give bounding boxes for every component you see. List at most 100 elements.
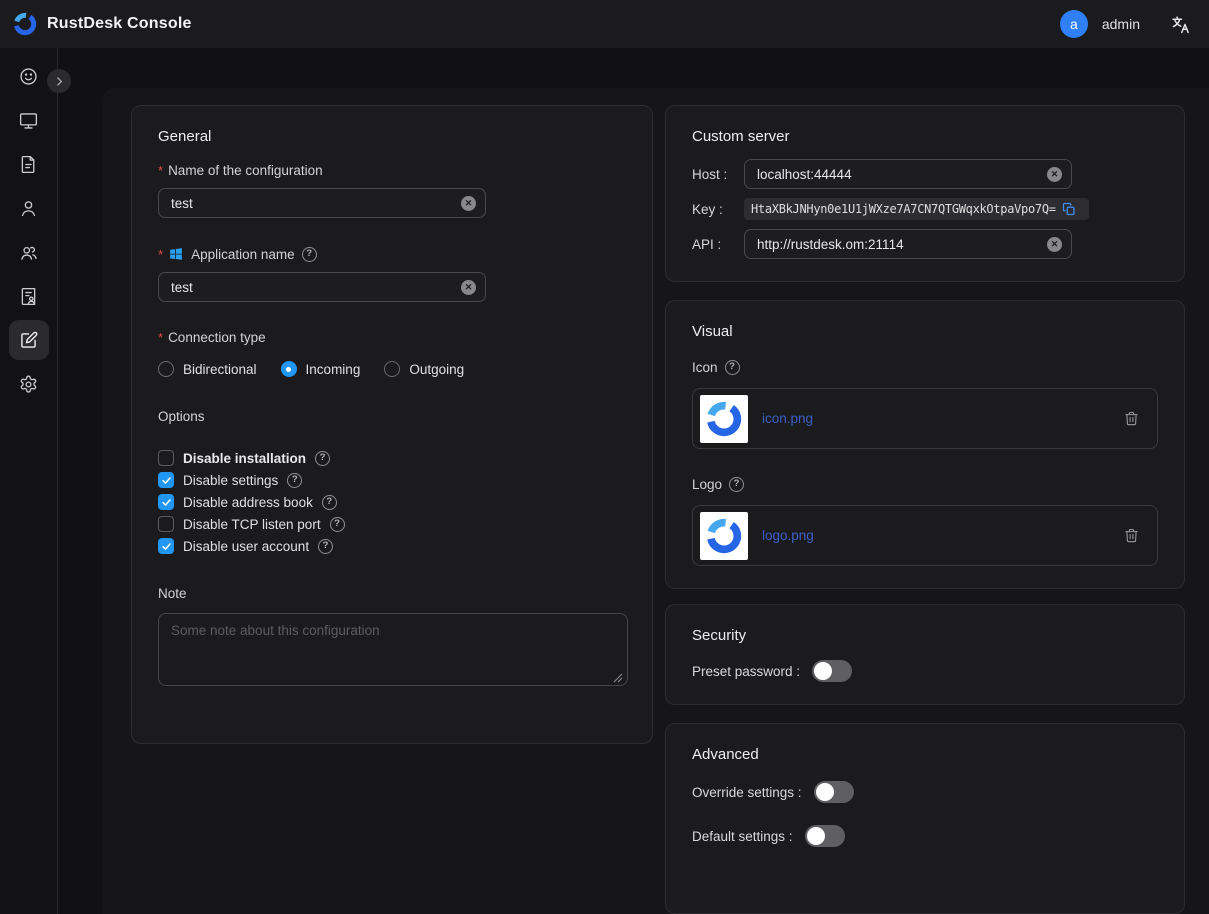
sidebar-item-users[interactable] — [9, 188, 49, 228]
sidebar-item-address-books[interactable] — [9, 276, 49, 316]
radio-outgoing[interactable]: Outgoing — [384, 361, 464, 377]
advanced-card: Advanced Override settings : Default set… — [665, 723, 1185, 914]
default-settings-toggle[interactable] — [805, 825, 845, 847]
advanced-card-title: Advanced — [692, 746, 1158, 763]
sidebar-item-dashboard[interactable] — [9, 56, 49, 96]
app-title: RustDesk Console — [47, 15, 192, 33]
gear-icon — [18, 374, 39, 395]
checkbox-box[interactable] — [158, 494, 174, 510]
required-asterisk: * — [158, 330, 163, 345]
sidebar-item-custom-clients[interactable] — [9, 320, 49, 360]
default-settings-row: Default settings : — [692, 825, 1158, 847]
application-name-label: * Application name ? — [158, 246, 626, 262]
host-input[interactable]: ✕ — [744, 159, 1072, 189]
main-panel: General * Name of the configuration ✕ * … — [103, 88, 1209, 914]
api-input-field[interactable] — [757, 237, 1039, 252]
security-card: Security Preset password : — [665, 604, 1185, 705]
icon-file-row: icon.png — [692, 388, 1158, 449]
preset-password-toggle[interactable] — [812, 660, 852, 682]
note-label: Note — [158, 586, 626, 601]
radio-incoming[interactable]: Incoming — [281, 361, 361, 377]
key-text: HtaXBkJNHyn0e1U1jWXze7A7CN7QTGWqxkOtpaVp… — [751, 202, 1056, 216]
checkbox-box[interactable] — [158, 472, 174, 488]
override-settings-toggle[interactable] — [814, 781, 854, 803]
help-icon[interactable]: ? — [302, 247, 317, 262]
sidebar-item-settings[interactable] — [9, 364, 49, 404]
help-icon[interactable]: ? — [287, 473, 302, 488]
security-card-title: Security — [692, 627, 1158, 644]
connection-type-radio-group: Bidirectional Incoming Outgoing — [158, 361, 626, 377]
visual-card-title: Visual — [692, 323, 1158, 340]
connection-type-label: * Connection type — [158, 330, 626, 345]
preset-password-row: Preset password : — [692, 660, 1158, 682]
api-input[interactable]: ✕ — [744, 229, 1072, 259]
radio-button[interactable] — [158, 361, 174, 377]
clear-icon[interactable]: ✕ — [1047, 237, 1062, 252]
monitor-icon — [18, 110, 39, 131]
help-icon[interactable]: ? — [322, 495, 337, 510]
help-icon[interactable]: ? — [725, 360, 740, 375]
host-input-field[interactable] — [757, 167, 1039, 182]
clear-icon[interactable]: ✕ — [1047, 167, 1062, 182]
key-value-chip[interactable]: HtaXBkJNHyn0e1U1jWXze7A7CN7QTGWqxkOtpaVp… — [744, 198, 1089, 220]
help-icon[interactable]: ? — [318, 539, 333, 554]
clear-icon[interactable]: ✕ — [461, 280, 476, 295]
help-icon[interactable]: ? — [330, 517, 345, 532]
logo-file-link[interactable]: logo.png — [762, 528, 814, 543]
checkbox-disable-address-book[interactable]: Disable address book ? — [158, 494, 626, 510]
edit-icon — [18, 330, 39, 351]
preset-password-label: Preset password : — [692, 664, 800, 679]
api-label: API : — [692, 237, 744, 252]
top-bar: RustDesk Console a admin — [0, 0, 1209, 48]
document-user-icon — [18, 286, 39, 307]
sidebar-item-audit[interactable] — [9, 144, 49, 184]
custom-server-card-title: Custom server — [692, 128, 1158, 145]
trash-icon[interactable] — [1123, 410, 1140, 427]
user-icon — [18, 198, 39, 219]
checkbox-disable-user-account[interactable]: Disable user account ? — [158, 538, 626, 554]
checkbox-box[interactable] — [158, 538, 174, 554]
checkbox-disable-settings[interactable]: Disable settings ? — [158, 472, 626, 488]
checkbox-disable-tcp-listen-port[interactable]: Disable TCP listen port ? — [158, 516, 626, 532]
windows-logo-icon — [168, 246, 184, 262]
logo-label: Logo ? — [692, 477, 1158, 492]
radio-button[interactable] — [281, 361, 297, 377]
sidebar-item-devices[interactable] — [9, 100, 49, 140]
note-textarea[interactable] — [158, 613, 628, 686]
help-icon[interactable]: ? — [729, 477, 744, 492]
checkbox-box[interactable] — [158, 450, 174, 466]
options-label: Options — [158, 409, 626, 424]
help-icon[interactable]: ? — [315, 451, 330, 466]
name-field-label: * Name of the configuration — [158, 163, 626, 178]
application-name-input-field[interactable] — [171, 280, 453, 295]
radio-bidirectional[interactable]: Bidirectional — [158, 361, 257, 377]
icon-label: Icon ? — [692, 360, 1158, 375]
icon-thumbnail — [700, 395, 748, 443]
application-name-input[interactable]: ✕ — [158, 272, 486, 302]
default-settings-label: Default settings : — [692, 829, 793, 844]
sidebar-collapse-button[interactable] — [47, 69, 71, 93]
trash-icon[interactable] — [1123, 527, 1140, 544]
radio-button[interactable] — [384, 361, 400, 377]
note-textarea-wrap — [158, 613, 626, 689]
visual-card: Visual Icon ? icon.png Logo ? — [665, 300, 1185, 589]
general-card-title: General — [158, 128, 626, 145]
name-input-field[interactable] — [171, 196, 453, 211]
chevron-right-icon — [53, 75, 66, 88]
checkbox-box[interactable] — [158, 516, 174, 532]
username[interactable]: admin — [1102, 16, 1140, 32]
translate-icon[interactable] — [1170, 14, 1191, 35]
required-asterisk: * — [158, 247, 163, 262]
override-settings-label: Override settings : — [692, 785, 802, 800]
override-settings-row: Override settings : — [692, 781, 1158, 803]
sidebar-item-groups[interactable] — [9, 232, 49, 272]
sidebar — [0, 48, 58, 914]
icon-file-link[interactable]: icon.png — [762, 411, 813, 426]
clear-icon[interactable]: ✕ — [461, 196, 476, 211]
user-group-icon — [18, 242, 39, 263]
copy-icon[interactable] — [1062, 202, 1076, 216]
user-avatar[interactable]: a — [1060, 10, 1088, 38]
key-label: Key : — [692, 202, 744, 217]
checkbox-disable-installation[interactable]: Disable installation ? — [158, 450, 626, 466]
name-input[interactable]: ✕ — [158, 188, 486, 218]
